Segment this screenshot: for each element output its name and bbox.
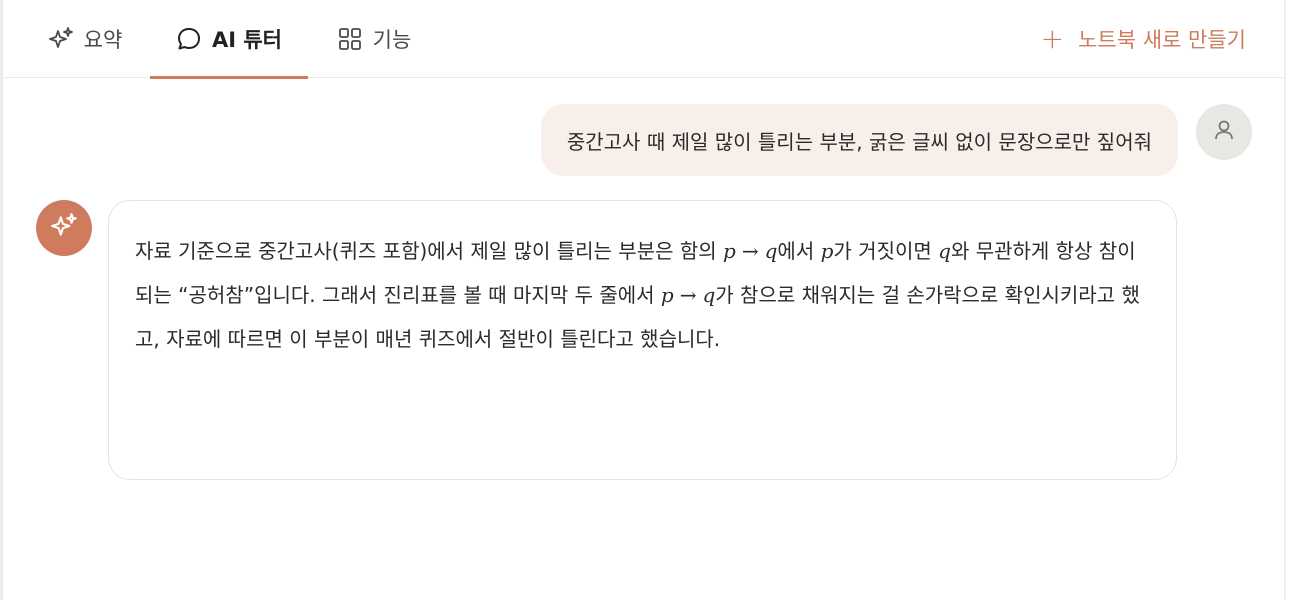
chat-bubble-icon xyxy=(176,26,202,52)
user-icon xyxy=(1211,117,1237,147)
user-message-row: 중간고사 때 제일 많이 틀리는 부분, 굵은 글씨 없이 문장으로만 짚어줘 xyxy=(540,104,1252,176)
active-tab-indicator xyxy=(150,76,308,79)
frame-left-border xyxy=(0,0,3,600)
ai-text-part: 가 거짓이면 xyxy=(833,239,939,263)
math-variable: q xyxy=(938,239,951,263)
new-notebook-label: 노트북 새로 만들기 xyxy=(1078,28,1246,52)
frame-right-border xyxy=(1284,0,1286,600)
user-message-bubble: 중간고사 때 제일 많이 틀리는 부분, 굵은 글씨 없이 문장으로만 짚어줘 xyxy=(540,104,1178,176)
user-message-text: 중간고사 때 제일 많이 틀리는 부분, 굵은 글씨 없이 문장으로만 짚어줘 xyxy=(566,129,1152,154)
tab-bar: 요약 AI 튜터 기능 + 노트북 새로 만들기 xyxy=(3,0,1284,79)
plus-icon: + xyxy=(1040,22,1065,55)
math-variable: p xyxy=(820,239,834,263)
tab-features[interactable]: 기능 xyxy=(328,0,420,78)
math-implication: p → q xyxy=(660,283,716,307)
user-avatar xyxy=(1196,104,1252,160)
ai-tutor-app: 요약 AI 튜터 기능 + 노트북 새로 만들기 중간고사 때 제일 많이 틀리… xyxy=(0,0,1302,600)
sparkle-icon xyxy=(48,26,74,52)
sparkle-icon xyxy=(50,212,78,244)
new-notebook-button[interactable]: + 노트북 새로 만들기 xyxy=(1041,0,1246,78)
tab-ai-tutor-label: AI 튜터 xyxy=(211,28,283,52)
tab-summary-label: 요약 xyxy=(83,28,123,52)
tab-ai-tutor[interactable]: AI 튜터 xyxy=(150,0,308,79)
ai-text-part: 에서 xyxy=(777,239,821,263)
ai-message-bubble: 자료 기준으로 중간고사(퀴즈 포함)에서 제일 많이 틀리는 부분은 함의 p… xyxy=(108,200,1177,480)
ai-avatar xyxy=(36,200,92,256)
ai-text-part: 자료 기준으로 중간고사(퀴즈 포함)에서 제일 많이 틀리는 부분은 함의 xyxy=(135,239,724,263)
tab-features-label: 기능 xyxy=(372,28,412,52)
tab-summary[interactable]: 요약 xyxy=(39,0,131,78)
grid-icon xyxy=(337,26,363,52)
math-implication: p → q xyxy=(723,239,778,263)
